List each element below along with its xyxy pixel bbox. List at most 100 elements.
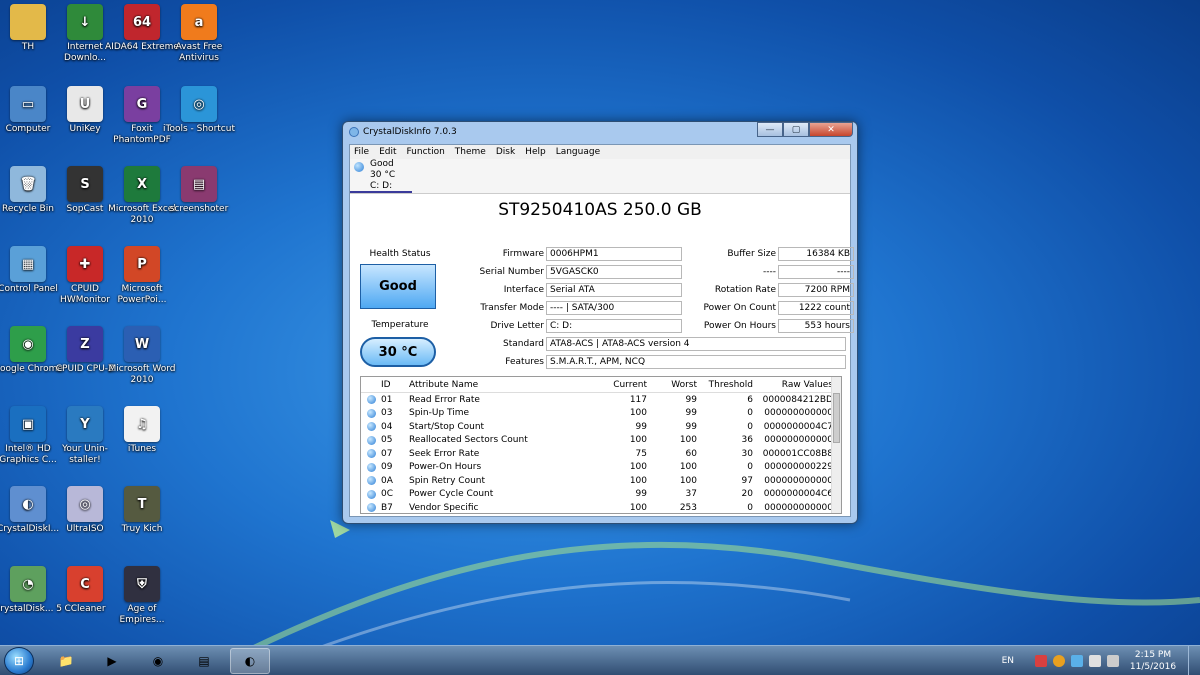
show-desktop-button[interactable]	[1188, 646, 1200, 675]
clock[interactable]: 2:15 PM 11/5/2016	[1122, 649, 1184, 673]
taskbar-winrar-button[interactable]: ▤	[184, 648, 224, 674]
smart-attribute-name: Reallocated Sectors Count	[409, 435, 528, 446]
crystaldiskinfo-tray-icon[interactable]	[1071, 655, 1083, 667]
col-raw-values[interactable]: Raw Values	[753, 380, 835, 390]
firmware-label: Firmware	[502, 249, 544, 259]
smart-id: 09	[381, 462, 393, 473]
table-row[interactable]: 05 Reallocated Sectors Count 100 100 36 00000…	[361, 434, 841, 448]
smart-raw-value: 000001CC08B8	[762, 448, 833, 459]
status-dot-icon	[354, 162, 364, 172]
table-row[interactable]: 04 Start/Stop Count 99 99 0 0000000004C7	[361, 420, 841, 434]
taskbar-crystaldiskinfo-button[interactable]: ◐	[230, 648, 270, 674]
smart-raw-value: 0000000004C7	[763, 421, 833, 432]
crystaldiskinfo-window[interactable]: CrystalDiskInfo 7.0.3 — ▢ ✕ File Edit Fu…	[342, 121, 858, 524]
health-status-button[interactable]: Good	[360, 264, 436, 309]
health-status-label: Health Status	[369, 249, 431, 259]
smart-attributes-table[interactable]: ID Attribute Name Current Worst Threshol…	[360, 376, 842, 514]
smart-threshold: 97	[741, 475, 753, 486]
desktop-icon-label: Microsoft Word 2010	[108, 364, 176, 385]
table-row[interactable]: 0C Power Cycle Count 99 37 20 0000000004C6	[361, 488, 841, 502]
powerpoint-icon: P	[124, 246, 160, 282]
table-row[interactable]: 03 Spin-Up Time 100 99 0 000000000000	[361, 407, 841, 421]
desktop-icon-age-of-empires[interactable]: ⛨ Age of Empires...	[104, 566, 180, 626]
status-cell	[361, 435, 381, 445]
chrome-icon: ◉	[10, 326, 46, 362]
clock-date: 11/5/2016	[1129, 662, 1177, 672]
table-row[interactable]: 0A Spin Retry Count 100 100 97 000000000000	[361, 474, 841, 488]
menu-function[interactable]: Function	[407, 147, 445, 157]
desktop-icon-powerpoint[interactable]: P Microsoft PowerPoi...	[104, 246, 180, 306]
smart-attribute-name: Spin Retry Count	[409, 475, 486, 486]
desktop-icon-label: UltraISO	[66, 524, 104, 534]
clock-time: 2:15 PM	[1134, 650, 1172, 660]
unikey-tray-icon[interactable]	[1053, 655, 1065, 667]
serial-number-label: Serial Number	[479, 267, 544, 277]
uninstaller-icon: Y	[67, 406, 103, 442]
minimize-button[interactable]: —	[757, 122, 783, 137]
smart-attribute-name: Vendor Specific	[409, 502, 479, 513]
desktop-icon-label: Age of Empires...	[119, 604, 165, 625]
drive-letter-label: Drive Letter	[490, 321, 544, 331]
menu-theme[interactable]: Theme	[455, 147, 486, 157]
status-cell	[361, 395, 381, 405]
smart-attribute-name: Seek Error Rate	[409, 448, 480, 459]
menu-file[interactable]: File	[354, 147, 369, 157]
col-worst[interactable]: Worst	[647, 380, 697, 390]
smart-current: 100	[629, 408, 647, 419]
col-threshold[interactable]: Threshold	[697, 380, 753, 390]
transfer-mode-value: ---- | SATA/300	[546, 301, 682, 315]
status-dot-icon	[366, 462, 376, 472]
menu-help[interactable]: Help	[525, 147, 546, 157]
disk-selector-bar: Good 30 °C C: D:	[350, 159, 850, 194]
col-current[interactable]: Current	[595, 380, 647, 390]
smart-current: 117	[629, 394, 647, 405]
smart-threshold: 0	[747, 408, 753, 419]
col-attribute-name[interactable]: Attribute Name	[407, 380, 595, 390]
smart-table-scrollbar[interactable]	[831, 377, 841, 513]
smart-raw-value: 000000000000	[764, 408, 833, 419]
desktop-icon-itools[interactable]: ◎ iTools - Shortcut	[161, 86, 237, 135]
smart-id: 07	[381, 448, 393, 459]
volume-icon[interactable]	[1107, 655, 1119, 667]
desktop-icon-word[interactable]: W Microsoft Word 2010	[104, 326, 180, 386]
maximize-button[interactable]: ▢	[783, 122, 809, 137]
smart-id: 04	[381, 421, 393, 432]
power-on-count-value: 1222 count	[778, 301, 854, 315]
temperature-label: Temperature	[371, 320, 429, 330]
col-id[interactable]: ID	[381, 380, 407, 390]
table-row[interactable]: 09 Power-On Hours 100 100 0 000000000229	[361, 461, 841, 475]
computer-icon: ▭	[10, 86, 46, 122]
taskbar-chrome-button[interactable]: ◉	[138, 648, 178, 674]
window-title: CrystalDiskInfo 7.0.3	[363, 127, 457, 137]
smart-current: 99	[635, 421, 647, 432]
ultraiso-icon: ◎	[67, 486, 103, 522]
smart-worst: 253	[679, 502, 697, 513]
buffer-size-value: 16384 KB	[778, 247, 854, 261]
taskbar-media-player-button[interactable]: ▶	[92, 648, 132, 674]
table-row[interactable]: 01 Read Error Rate 117 99 6 0000084212BD	[361, 393, 841, 407]
flag-icon[interactable]	[1035, 655, 1047, 667]
desktop-icon-winrar[interactable]: ▤ screenshoter	[161, 166, 237, 215]
menu-language[interactable]: Language	[556, 147, 600, 157]
table-row[interactable]: 07 Seek Error Rate 75 60 30 000001CC08B8	[361, 447, 841, 461]
window-client: File Edit Function Theme Disk Help Langu…	[349, 144, 854, 517]
menu-edit[interactable]: Edit	[379, 147, 396, 157]
start-button[interactable]: ⊞	[4, 647, 34, 675]
disk-tab[interactable]: Good 30 °C C: D:	[350, 159, 412, 193]
features-label: Features	[505, 357, 544, 367]
standard-label: Standard	[503, 339, 544, 349]
network-icon[interactable]	[1089, 655, 1101, 667]
status-dot-icon	[366, 476, 376, 486]
table-row[interactable]: B7 Vendor Specific 100 253 0 000000000000	[361, 501, 841, 513]
status-cell	[361, 489, 381, 499]
desktop-icon-truykich[interactable]: T Truy Kich	[104, 486, 180, 535]
menu-disk[interactable]: Disk	[496, 147, 515, 157]
temperature-button[interactable]: 30 °C	[360, 337, 436, 367]
status-dot-icon	[366, 435, 376, 445]
taskbar-explorer-button[interactable]: 📁	[46, 648, 86, 674]
language-indicator[interactable]: EN	[1002, 656, 1014, 666]
desktop-icon-itunes[interactable]: ♫ iTunes	[104, 406, 180, 455]
scrollbar-thumb[interactable]	[833, 393, 840, 443]
close-button[interactable]: ✕	[809, 122, 853, 137]
desktop-icon-avast[interactable]: a Avast Free Antivirus	[161, 4, 237, 64]
